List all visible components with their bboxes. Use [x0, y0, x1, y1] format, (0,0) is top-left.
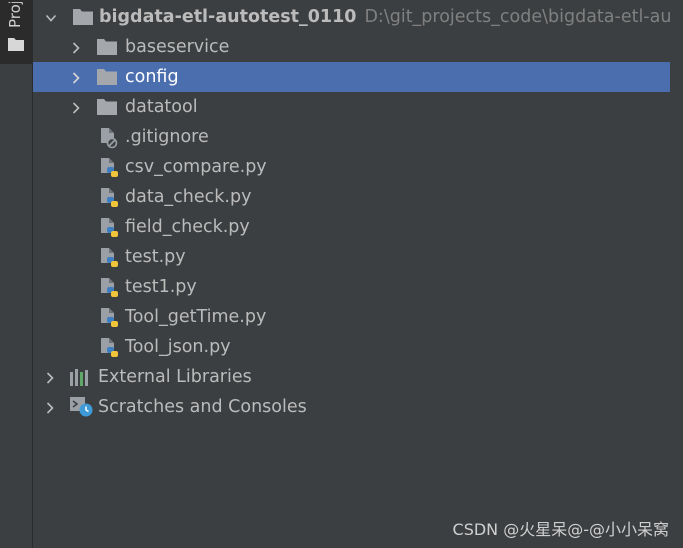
chevron-right-icon[interactable] [45, 370, 55, 390]
python-file-icon [99, 187, 121, 214]
tree-item-label: baseservice [125, 37, 230, 57]
tree-item-baseservice[interactable]: baseservice [33, 32, 670, 62]
project-root-path: D:\git_projects_code\bigdata-etl-autot [364, 7, 683, 27]
python-file-icon [99, 247, 121, 274]
tree-item-label: .gitignore [125, 127, 209, 147]
python-file-icon [99, 217, 121, 244]
vertical-scrollbar[interactable] [670, 0, 683, 548]
tree-item-external-libraries[interactable]: External Libraries [33, 362, 670, 392]
chevron-right-icon[interactable] [45, 400, 55, 420]
chevron-right-icon[interactable] [71, 70, 81, 90]
folder-icon [73, 8, 93, 30]
tree-item-python-file[interactable]: test.py [33, 242, 670, 272]
ignore-file-icon [99, 127, 119, 154]
tree-item-label: test.py [125, 247, 186, 267]
tree-item-python-file[interactable]: data_check.py [33, 182, 670, 212]
tree-item-python-file[interactable]: field_check.py [33, 212, 670, 242]
scratches-icon [69, 396, 95, 423]
python-file-icon [99, 307, 121, 334]
folder-icon [97, 98, 117, 120]
tree-item-label: csv_compare.py [125, 157, 267, 177]
chevron-right-icon[interactable] [71, 40, 81, 60]
folder-icon [8, 36, 24, 55]
project-tree: bigdata-etl-autotest_0110 D:\git_projects… [33, 0, 683, 548]
tree-item-label: test1.py [125, 277, 197, 297]
tree-item-label: datatool [125, 97, 198, 117]
tree-item-datatool[interactable]: datatool [33, 92, 670, 122]
library-icon [69, 368, 91, 391]
folder-icon [97, 68, 117, 90]
tree-item-config[interactable]: config [33, 62, 670, 92]
tree-item-label: Scratches and Consoles [98, 397, 307, 417]
tree-item-gitignore[interactable]: .gitignore [33, 122, 670, 152]
tree-item-python-file[interactable]: Tool_json.py [33, 332, 670, 362]
chevron-down-icon[interactable] [45, 9, 57, 29]
project-root-name: bigdata-etl-autotest_0110 [99, 7, 357, 27]
tree-item-label: data_check.py [125, 187, 252, 207]
project-tool-tab[interactable]: Proj [0, 0, 32, 64]
tree-item-label: External Libraries [98, 367, 252, 387]
tree-item-python-file[interactable]: Tool_getTime.py [33, 302, 670, 332]
tree-item-python-file[interactable]: test1.py [33, 272, 670, 302]
tree-root-row[interactable]: bigdata-etl-autotest_0110 D:\git_projects… [33, 2, 683, 32]
python-file-icon [99, 157, 121, 184]
tree-item-label: Tool_getTime.py [125, 307, 267, 327]
tree-item-python-file[interactable]: csv_compare.py [33, 152, 670, 182]
tree-item-label: Tool_json.py [125, 337, 231, 357]
tree-item-label: field_check.py [125, 217, 250, 237]
tree-item-label: config [125, 67, 179, 87]
side-tool-strip: Proj [0, 0, 33, 548]
chevron-right-icon[interactable] [71, 100, 81, 120]
project-tab-label: Proj [6, 2, 24, 28]
python-file-icon [99, 337, 121, 364]
watermark: CSDN @火星呆@-@小小呆窝 [452, 520, 669, 539]
folder-icon [97, 38, 117, 60]
tree-item-scratches[interactable]: Scratches and Consoles [33, 392, 670, 422]
python-file-icon [99, 277, 121, 304]
